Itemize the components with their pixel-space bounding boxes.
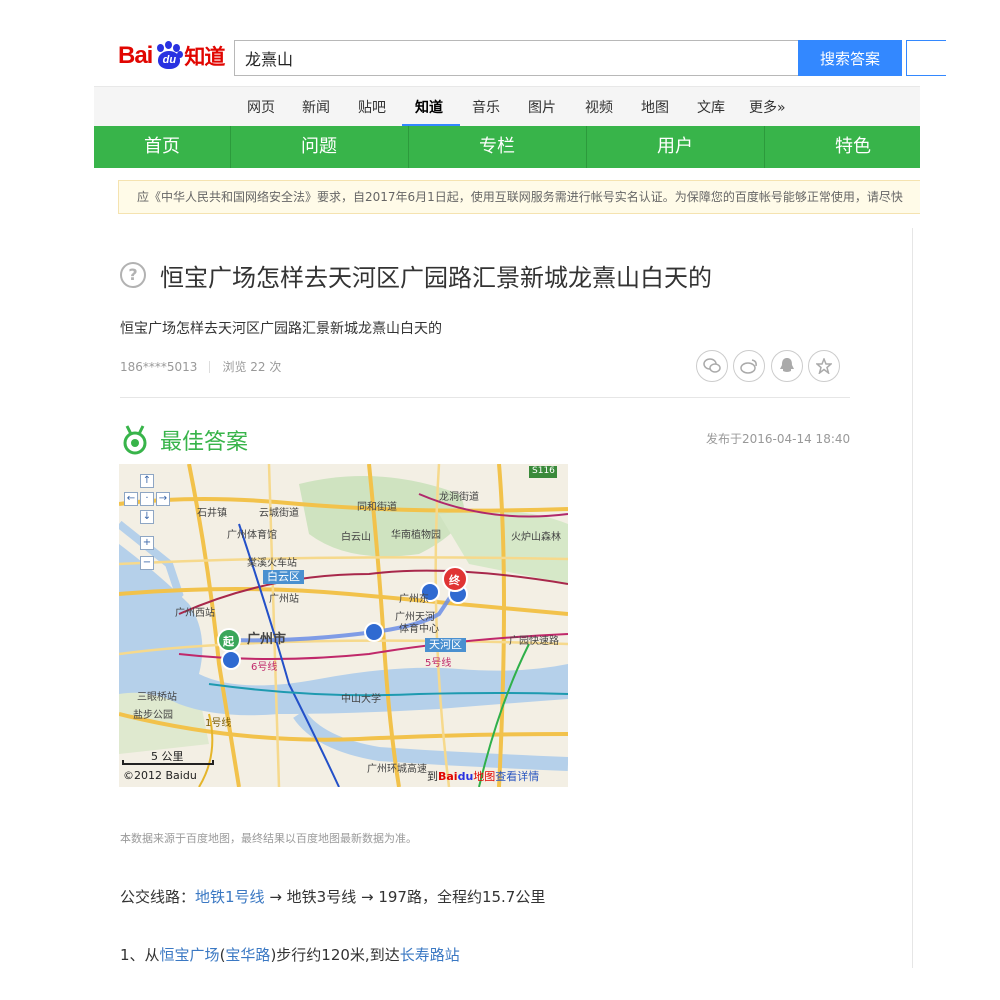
nav-map[interactable]: 地图 (641, 97, 669, 117)
question-views: 浏览 22 次 (222, 360, 282, 374)
map-label: 同和街道 (357, 502, 397, 513)
question-title: 恒宝广场怎样去天河区广园路汇景新城龙熹山白天的 (160, 264, 712, 292)
question-mark-icon: ? (120, 262, 146, 288)
baidu-zhidao-logo[interactable]: Bai du 知道 (118, 36, 225, 76)
nav-video[interactable]: 视频 (585, 97, 613, 117)
road-badge: S116 (532, 466, 555, 476)
menu-home[interactable]: 首页 (94, 126, 230, 168)
product-nav: 网页 新闻 贴吧 知道 音乐 图片 视频 地图 文库 更多» (94, 86, 920, 126)
map-scale: 5 公里 (151, 750, 184, 763)
map-label: 云城街道 (259, 508, 299, 519)
nav-music[interactable]: 音乐 (472, 97, 500, 117)
map-label: 5号线 (425, 658, 452, 669)
route-map[interactable]: ↑ ← · → ↓ + − 石井镇 云城街道 同和街道 龙洞街道 广州体育馆 白… (119, 464, 568, 787)
hengbao-plaza-link[interactable]: 恒宝广场 (160, 946, 220, 964)
question-description: 恒宝广场怎样去天河区广园路汇景新城龙熹山白天的 (120, 321, 442, 337)
map-label: 石井镇 (197, 508, 227, 519)
baohua-road-link[interactable]: 宝华路 (225, 946, 270, 964)
bus-route-summary: 公交线路：地铁1号线 → 地铁3号线 → 197路，全程约15.7公里 (120, 888, 546, 906)
favorite-star-icon[interactable] (808, 350, 840, 382)
question-user[interactable]: 186****5013 (120, 360, 197, 374)
map-label: 广州东 (399, 594, 429, 605)
map-label: 棠溪火车站 (247, 558, 297, 569)
nav-news[interactable]: 新闻 (302, 97, 330, 117)
map-label: 盐步公园 (133, 710, 173, 721)
nav-web[interactable]: 网页 (247, 97, 275, 117)
nav-wenku[interactable]: 文库 (697, 97, 725, 117)
nav-more[interactable]: 更多» (749, 97, 786, 117)
map-pan-left-icon[interactable]: ← (124, 492, 138, 506)
weibo-share-icon[interactable] (733, 350, 765, 382)
map-label: 广州环城高速 (367, 764, 427, 775)
map-label: 广州站 (269, 594, 299, 605)
nav-tieba[interactable]: 贴吧 (358, 97, 386, 117)
map-zoom-out-icon[interactable]: − (140, 556, 154, 570)
map-pan-right-icon[interactable]: → (156, 492, 170, 506)
map-detail-link[interactable]: 到Baidu地图查看详情 (427, 768, 539, 784)
page: Bai du 知道 搜索答案 网页 新闻 贴吧 知道 音乐 图片 视频 地图 文… (0, 0, 1000, 1000)
map-label: 广州市 (247, 632, 287, 647)
map-label: 三眼桥站 (137, 692, 177, 703)
map-copyright: ©2012 Baidu (123, 769, 197, 782)
route-step-1: 1、从恒宝广场(宝华路)步行约120米,到达长寿路站 (120, 946, 460, 964)
changshou-road-station-link[interactable]: 长寿路站 (400, 946, 460, 964)
wechat-share-icon[interactable] (696, 350, 728, 382)
map-source-note: 本数据来源于百度地图，最终结果以百度地图最新数据为准。 (120, 832, 417, 845)
map-label: 白云山 (341, 532, 371, 543)
map-district-label: 天河区 (425, 638, 466, 652)
ask-question-button[interactable] (906, 40, 946, 76)
best-answer-medal-icon (120, 424, 150, 456)
sidebar-divider (912, 228, 913, 968)
map-label: 火炉山森林 (511, 532, 561, 543)
baidu-paw-icon: du (153, 41, 184, 71)
logo-du-text: du (158, 51, 181, 69)
question-divider (120, 397, 850, 398)
real-name-notice: 应《中华人民共和国网络安全法》要求，自2017年6月1日起，使用互联网服务需进行… (118, 180, 920, 214)
map-label: 龙洞街道 (439, 492, 479, 503)
map-label: 1号线 (205, 718, 232, 729)
menu-users[interactable]: 用户 (586, 126, 764, 168)
nav-zhidao[interactable]: 知道 (415, 97, 443, 117)
search-answer-button[interactable]: 搜索答案 (798, 40, 902, 76)
map-label: 广州体育馆 (227, 530, 277, 541)
best-answer-heading: 最佳答案 (160, 430, 249, 455)
header: Bai du 知道 搜索答案 (0, 0, 1000, 86)
menu-columns[interactable]: 专栏 (408, 126, 586, 168)
menu-questions[interactable]: 问题 (230, 126, 408, 168)
map-pan-center-icon[interactable]: · (140, 492, 154, 506)
map-pan-down-icon[interactable]: ↓ (140, 510, 154, 524)
logo-zhidao-text: 知道 (184, 45, 225, 69)
map-pan-up-icon[interactable]: ↑ (140, 474, 154, 488)
map-label: 6号线 (251, 662, 278, 673)
map-zoom-in-icon[interactable]: + (140, 536, 154, 550)
map-district-label: 白云区 (263, 570, 304, 584)
start-marker[interactable]: 起 (223, 633, 234, 649)
metro-line-1-link[interactable]: 地铁1号线 (195, 888, 265, 906)
end-marker[interactable]: 终 (449, 572, 460, 588)
map-graphic (119, 464, 568, 787)
map-label: 体育中心 (399, 624, 439, 635)
answer-publish-time: 发布于2016-04-14 18:40 (706, 432, 851, 446)
nav-images[interactable]: 图片 (528, 97, 556, 117)
map-label: 中山大学 (341, 694, 381, 705)
map-label: 广州西站 (175, 608, 215, 619)
zhidao-menu: 首页 问题 专栏 用户 特色 (94, 126, 920, 168)
qq-share-icon[interactable] (771, 350, 803, 382)
map-label: 华南植物园 (391, 530, 441, 541)
search-input[interactable] (234, 40, 800, 76)
question-meta: 186****5013 浏览 22 次 (120, 358, 281, 375)
menu-features[interactable]: 特色 (764, 126, 942, 168)
logo-bai-text: Bai (118, 42, 153, 69)
map-label: 广园快速路 (509, 636, 559, 647)
